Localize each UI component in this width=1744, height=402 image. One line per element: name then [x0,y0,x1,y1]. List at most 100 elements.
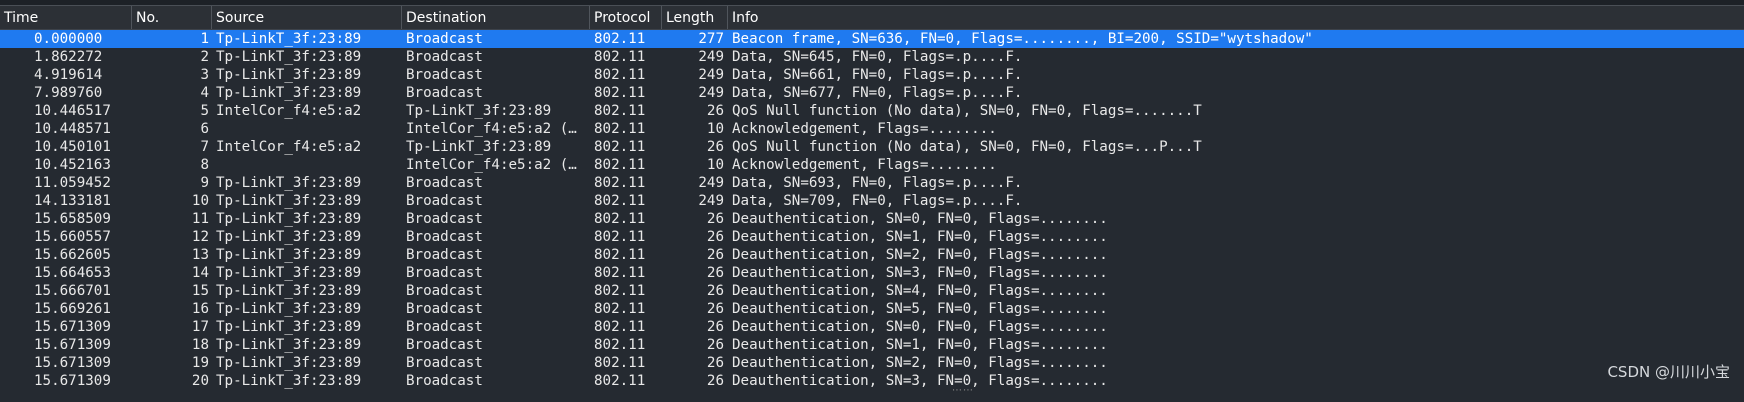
packet-no-cell: 19 [191,355,209,371]
packet-length-cell: 26 [706,247,724,263]
packet-no-cell: 6 [200,121,209,137]
packet-info-cell: Data, SN=693, FN=0, Flags=.p....F. [732,175,1023,191]
packet-source-cell: Tp-LinkT_3f:23:89 [216,247,362,263]
packet-row[interactable]: 14.133181 10 Tp-LinkT_3f:23:89 Broadcast 802… [0,192,1744,210]
packet-row[interactable]: 15.671309 18 Tp-LinkT_3f:23:89 Broadcast 802… [0,336,1744,354]
packet-row[interactable]: 15.671309 17 Tp-LinkT_3f:23:89 Broadcast 802… [0,318,1744,336]
packet-row[interactable]: 15.660557 12 Tp-LinkT_3f:23:89 Broadcast 802… [0,228,1744,246]
column-header-source[interactable]: Source [212,6,402,29]
packet-no-cell: 2 [200,49,209,65]
packet-row[interactable]: 15.658509 11 Tp-LinkT_3f:23:89 Broadcast 802… [0,210,1744,228]
packet-protocol-cell: 802.11 [594,319,646,335]
packet-length-cell: 249 [698,193,724,209]
resize-handle-icon[interactable]: ⋯⋯ [952,385,974,396]
packet-info-cell: Deauthentication, SN=2, FN=0, Flags=....… [732,247,1108,263]
column-header-no[interactable]: No. [132,6,212,29]
packet-destination-cell: IntelCor_f4:e5:a2 (… [406,121,577,137]
packet-row[interactable]: 7.989760 4 Tp-LinkT_3f:23:89 Broadcast 802.1… [0,84,1744,102]
packet-destination-cell: Broadcast [406,283,483,299]
packet-protocol-cell: 802.11 [594,229,646,245]
packet-protocol-cell: 802.11 [594,85,646,101]
column-header-destination[interactable]: Destination [402,6,590,29]
packet-protocol-cell: 802.11 [594,157,646,173]
packet-info-cell: Deauthentication, SN=4, FN=0, Flags=....… [732,283,1108,299]
packet-info-cell: QoS Null function (No data), SN=0, FN=0,… [732,139,1202,155]
packet-length-cell: 10 [706,157,724,173]
packet-row[interactable]: 15.664653 14 Tp-LinkT_3f:23:89 Broadcast 802… [0,264,1744,282]
packet-destination-cell: Broadcast [406,211,483,227]
packet-protocol-cell: 802.11 [594,139,646,155]
packet-list: 0.000000 1 Tp-LinkT_3f:23:89 Broadcast 802.1… [0,30,1744,390]
packet-row[interactable]: 10.448571 6 IntelCor_f4:e5:a2 (… 802.11 10 Ac… [0,120,1744,138]
packet-destination-cell: Broadcast [406,373,483,389]
packet-length-cell: 26 [706,337,724,353]
packet-time-cell: 10.452163 [34,157,111,173]
packet-length-cell: 26 [706,211,724,227]
packet-length-cell: 26 [706,229,724,245]
packet-row[interactable]: 15.671309 20 Tp-LinkT_3f:23:89 Broadcast 802… [0,372,1744,390]
packet-destination-cell: Broadcast [406,193,483,209]
packet-destination-cell: Broadcast [406,337,483,353]
packet-destination-cell: IntelCor_f4:e5:a2 (… [406,157,577,173]
packet-no-cell: 14 [191,265,209,281]
packet-row[interactable]: 10.446517 5 IntelCor_f4:e5:a2 Tp-LinkT_3f:2… [0,102,1744,120]
packet-info-cell: Deauthentication, SN=1, FN=0, Flags=....… [732,229,1108,245]
packet-length-cell: 26 [706,373,724,389]
packet-destination-cell: Broadcast [406,229,483,245]
packet-protocol-cell: 802.11 [594,211,646,227]
packet-row[interactable]: 15.669261 16 Tp-LinkT_3f:23:89 Broadcast 802… [0,300,1744,318]
packet-info-cell: Acknowledgement, Flags=........ [732,157,997,173]
packet-row[interactable]: 10.452163 8 IntelCor_f4:e5:a2 (… 802.11 10 Ac… [0,156,1744,174]
column-header-time[interactable]: Time [0,6,132,29]
packet-time-cell: 15.669261 [34,301,111,317]
packet-length-cell: 249 [698,85,724,101]
packet-time-cell: 15.664653 [34,265,111,281]
packet-row[interactable]: 4.919614 3 Tp-LinkT_3f:23:89 Broadcast 802.1… [0,66,1744,84]
packet-time-cell: 15.662605 [34,247,111,263]
packet-info-cell: Deauthentication, SN=3, FN=0, Flags=....… [732,373,1108,389]
packet-row[interactable]: 0.000000 1 Tp-LinkT_3f:23:89 Broadcast 802.1… [0,30,1744,48]
packet-protocol-cell: 802.11 [594,175,646,191]
packet-time-cell: 15.671309 [34,319,111,335]
packet-source-cell: Tp-LinkT_3f:23:89 [216,31,362,47]
packet-info-cell: Deauthentication, SN=5, FN=0, Flags=....… [732,301,1108,317]
packet-time-cell: 10.450101 [34,139,111,155]
packet-time-cell: 7.989760 [34,85,103,101]
packet-protocol-cell: 802.11 [594,67,646,83]
packet-time-cell: 15.671309 [34,373,111,389]
watermark: CSDN @川川小宝 [1607,363,1730,381]
packet-row[interactable]: 15.671309 19 Tp-LinkT_3f:23:89 Broadcast 802… [0,354,1744,372]
packet-time-cell: 15.658509 [34,211,111,227]
packet-destination-cell: Broadcast [406,31,483,47]
packet-source-cell [212,120,402,138]
column-header-length[interactable]: Length [662,6,728,29]
packet-row[interactable]: 15.666701 15 Tp-LinkT_3f:23:89 Broadcast 802… [0,282,1744,300]
packet-no-cell: 18 [191,337,209,353]
packet-length-cell: 26 [706,103,724,119]
column-header-protocol[interactable]: Protocol [590,6,662,29]
packet-length-cell: 26 [706,319,724,335]
packet-length-cell: 26 [706,301,724,317]
packet-no-cell: 3 [200,67,209,83]
packet-source-cell: Tp-LinkT_3f:23:89 [216,211,362,227]
packet-protocol-cell: 802.11 [594,265,646,281]
column-header-info[interactable]: Info [728,6,1744,29]
packet-destination-cell: Broadcast [406,265,483,281]
packet-length-cell: 26 [706,139,724,155]
packet-source-cell: Tp-LinkT_3f:23:89 [216,229,362,245]
packet-length-cell: 249 [698,175,724,191]
packet-row[interactable]: 10.450101 7 IntelCor_f4:e5:a2 Tp-LinkT_3f:2… [0,138,1744,156]
packet-no-cell: 12 [191,229,209,245]
packet-length-cell: 249 [698,49,724,65]
packet-info-cell: QoS Null function (No data), SN=0, FN=0,… [732,103,1202,119]
packet-time-cell: 4.919614 [34,67,103,83]
packet-info-cell: Data, SN=645, FN=0, Flags=.p....F. [732,49,1023,65]
packet-row[interactable]: 11.059452 9 Tp-LinkT_3f:23:89 Broadcast 802.… [0,174,1744,192]
packet-no-cell: 9 [200,175,209,191]
packet-no-cell: 15 [191,283,209,299]
packet-no-cell: 20 [191,373,209,389]
packet-row[interactable]: 1.862272 2 Tp-LinkT_3f:23:89 Broadcast 802.1… [0,48,1744,66]
packet-info-cell: Data, SN=677, FN=0, Flags=.p....F. [732,85,1023,101]
packet-source-cell: Tp-LinkT_3f:23:89 [216,265,362,281]
packet-row[interactable]: 15.662605 13 Tp-LinkT_3f:23:89 Broadcast 802… [0,246,1744,264]
